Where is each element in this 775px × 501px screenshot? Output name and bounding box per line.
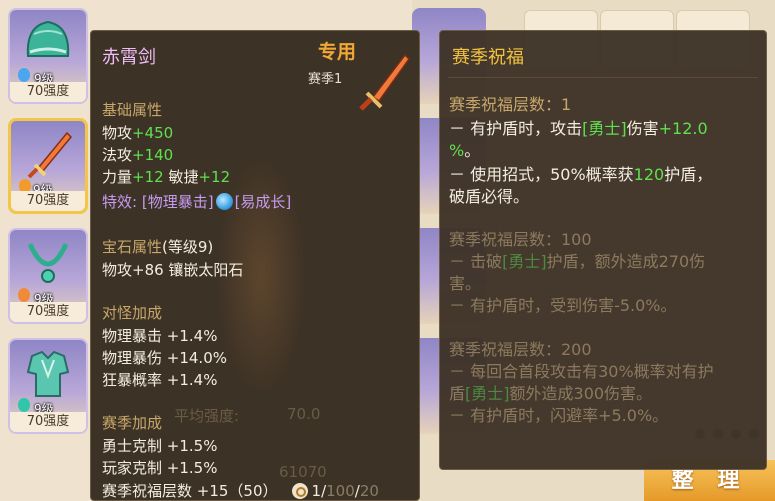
- armor-icon: [26, 350, 70, 397]
- effect-text: 护盾，: [664, 165, 713, 184]
- tier-effect-line: － 击破[勇士]护盾，额外造成270伤: [449, 248, 705, 272]
- tier-effect-line: － 有护盾时，闪避率+5.0%。: [449, 406, 669, 425]
- sword-icon: [359, 53, 410, 111]
- item-strength: 70强度: [10, 302, 86, 322]
- effect-text: 伤害: [626, 119, 659, 138]
- combat-score: 61070: [279, 463, 327, 481]
- tier-effect-line: － 有护盾时，攻击[勇士]伤害+12.0: [449, 115, 708, 139]
- magnifier-icon[interactable]: [291, 483, 308, 499]
- season-blessing-tooltip: 赛季祝福 赛季祝福层数：1 － 有护盾时，攻击[勇士]伤害+12.0 %。 － …: [439, 30, 767, 470]
- item-name: 赤霄剑: [102, 47, 156, 68]
- gem-icon: [18, 288, 30, 302]
- effect-text: 护盾，额外造成270伤: [546, 252, 706, 271]
- agi-value: +12: [198, 168, 231, 186]
- page-current: 1: [311, 482, 322, 500]
- warrior-tag: [勇士]: [582, 119, 627, 138]
- blessing-title: 赛季祝福: [452, 47, 524, 68]
- average-strength-value: 70.0: [287, 405, 321, 423]
- necklace-icon: [27, 242, 69, 283]
- equipment-slot-helmet[interactable]: 9级 70强度: [8, 8, 88, 104]
- base-attributes-header: 基础属性: [102, 101, 163, 119]
- equipment-slot-necklace[interactable]: 9级 70强度: [8, 228, 88, 324]
- page-mid: 100: [326, 482, 355, 500]
- gem-attributes-header: 宝石属性(等级9): [102, 236, 213, 257]
- monster-bonus-line: 物理暴伤 +14.0%: [102, 349, 227, 367]
- effect-text: 额外造成300伤害。: [509, 384, 653, 403]
- special-label: 特效:: [102, 193, 138, 211]
- average-strength-label: 平均强度:: [174, 407, 240, 425]
- sword-icon: [27, 131, 73, 179]
- effect-text: － 使用招式，50%概率获: [449, 165, 634, 184]
- monster-bonus-line: 物理暴击 +1.4%: [102, 327, 218, 345]
- mag-atk-label: 法攻: [102, 146, 133, 164]
- tier-effect-line: %。: [449, 137, 480, 161]
- monster-bonus-header: 对怪加成: [102, 304, 163, 322]
- tier-header: 赛季祝福层数：1: [449, 95, 572, 114]
- exclusive-tag: 专用: [318, 41, 357, 63]
- tier-effect-line: 盾[勇士]额外造成300伤害。: [449, 380, 652, 404]
- special-effect-2[interactable]: [易成长]: [235, 193, 292, 211]
- phys-atk-line: 物攻+450: [102, 122, 173, 143]
- effect-value: +12.0: [658, 119, 708, 138]
- tier-effect-line: － 有护盾时，受到伤害-5.0%。: [449, 296, 677, 315]
- phys-atk-label: 物攻: [102, 124, 133, 142]
- effect-value: %: [449, 141, 465, 160]
- effect-value: 120: [633, 165, 665, 184]
- tier-effect-line: 破盾必得。: [449, 187, 530, 206]
- season-bonus-line: 勇士克制 +1.5%: [102, 437, 218, 455]
- growth-icon: [215, 193, 233, 210]
- helmet-icon: [26, 20, 70, 57]
- mag-atk-line: 法攻+140: [102, 144, 173, 165]
- gem-level: (等级9): [162, 238, 214, 256]
- item-strength: 70强度: [11, 191, 85, 211]
- monster-bonus-line: 狂暴概率 +1.4%: [102, 371, 218, 389]
- tier-effect-line: － 使用招式，50%概率获120护盾，: [449, 161, 712, 185]
- effect-text: － 击破: [449, 252, 503, 271]
- season-label: 赛季1: [308, 72, 343, 87]
- effect-text: － 有护盾时，攻击: [449, 119, 583, 138]
- gem-header-label: 宝石属性: [102, 238, 163, 256]
- phys-atk-value: +450: [132, 124, 174, 142]
- gem-icon: [18, 398, 30, 412]
- agi-label: 敏捷: [168, 168, 199, 186]
- str-value: +12: [132, 168, 164, 186]
- tier-effect-line: 害。: [449, 274, 482, 293]
- divider: [448, 77, 758, 78]
- item-strength: 70强度: [10, 412, 86, 432]
- str-agi-line: 力量+12 敏捷+12: [102, 166, 230, 187]
- special-effect-line: 特效: [物理暴击] [易成长]: [102, 191, 291, 212]
- blessing-line: 赛季祝福层数 +15（50）: [102, 482, 278, 500]
- effect-text: 盾: [449, 384, 466, 403]
- tier-effect-line: － 每回合首段攻击有30%概率对有护: [449, 362, 714, 381]
- season-bonus-header: 赛季加成: [102, 414, 163, 432]
- warrior-tag: [勇士]: [502, 252, 547, 271]
- warrior-tag: [勇士]: [465, 384, 510, 403]
- item-tooltip: 平均强度: 70.0 61070 赤霄剑 专用 赛季1 基础属性 物攻+450 …: [90, 30, 420, 501]
- special-effect-1[interactable]: [物理暴击]: [142, 193, 214, 211]
- effect-text: 。: [464, 141, 481, 160]
- gem-line: 物攻+86 镶嵌太阳石: [102, 261, 244, 279]
- item-strength: 70强度: [10, 82, 86, 102]
- mag-atk-value: +140: [132, 146, 174, 164]
- season-bonus-line: 玩家克制 +1.5%: [102, 459, 218, 477]
- gem-icon: [18, 68, 30, 82]
- equipment-slot-weapon[interactable]: 9级 70强度: [8, 118, 88, 214]
- tier-header: 赛季祝福层数：100: [449, 230, 592, 249]
- blessing-footer: 赛季祝福层数 +15（50） 1/100/20: [102, 480, 379, 500]
- tier-header: 赛季祝福层数：200: [449, 340, 592, 359]
- equipment-slot-armor[interactable]: 9级 70强度: [8, 338, 88, 434]
- str-label: 力量: [102, 168, 133, 186]
- page-total: 20: [359, 482, 379, 500]
